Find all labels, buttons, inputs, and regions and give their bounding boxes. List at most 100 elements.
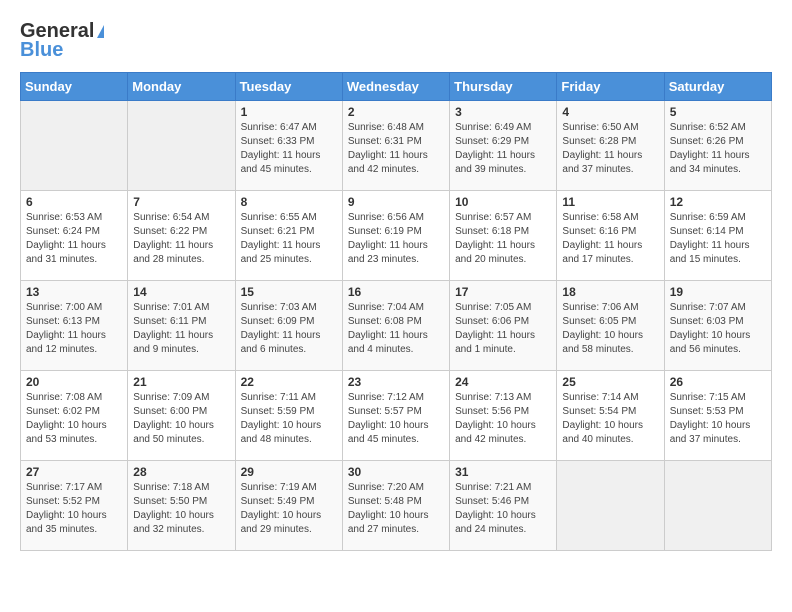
cell-content: Sunrise: 6:55 AMSunset: 6:21 PMDaylight:… [241, 211, 337, 267]
calendar-cell: 6Sunrise: 6:53 AMSunset: 6:24 PMDaylight… [21, 191, 128, 281]
cell-content: Sunrise: 6:48 AMSunset: 6:31 PMDaylight:… [348, 121, 444, 177]
logo-triangle-icon [97, 25, 104, 38]
cell-content: Sunrise: 6:57 AMSunset: 6:18 PMDaylight:… [455, 211, 551, 267]
day-number: 14 [133, 285, 229, 299]
calendar-cell: 14 Sunrise: 7:01 AMSunset: 6:11 PMDayligh… [128, 281, 235, 371]
day-number: 28 [133, 465, 229, 479]
day-number: 29 [241, 465, 337, 479]
cell-content: Sunrise: 7:01 AMSunset: 6:11 PMDaylight:… [133, 301, 229, 357]
day-number: 7 [133, 195, 229, 209]
cell-content: Sunrise: 7:19 AMSunset: 5:49 PMDaylight:… [241, 481, 337, 537]
calendar-cell [21, 101, 128, 191]
day-number: 25 [562, 375, 658, 389]
calendar-cell: 27 Sunrise: 7:17 AMSunset: 5:52 PMDayligh… [21, 461, 128, 551]
day-number: 18 [562, 285, 658, 299]
calendar-cell: 23 Sunrise: 7:12 AMSunset: 5:57 PMDayligh… [342, 371, 449, 461]
day-number: 11 [562, 195, 658, 209]
calendar-week-4: 20Sunrise: 7:08 AMSunset: 6:02 PMDayligh… [21, 371, 772, 461]
calendar-header-row: SundayMondayTuesdayWednesdayThursdayFrid… [21, 73, 772, 101]
logo-line2: Blue [20, 39, 63, 62]
calendar-cell: 16 Sunrise: 7:04 AMSunset: 6:08 PMDayligh… [342, 281, 449, 371]
day-number: 21 [133, 375, 229, 389]
day-number: 17 [455, 285, 551, 299]
calendar-cell: 31Sunrise: 7:21 AMSunset: 5:46 PMDayligh… [450, 461, 557, 551]
cell-content: Sunrise: 7:07 AMSunset: 6:03 PMDaylight:… [670, 301, 766, 357]
calendar-cell: 26 Sunrise: 7:15 AMSunset: 5:53 PMDayligh… [664, 371, 771, 461]
cell-content: Sunrise: 6:59 AMSunset: 6:14 PMDaylight:… [670, 211, 766, 267]
day-number: 23 [348, 375, 444, 389]
cell-content: Sunrise: 6:52 AMSunset: 6:26 PMDaylight:… [670, 121, 766, 177]
calendar-cell: 24 Sunrise: 7:13 AMSunset: 5:56 PMDayligh… [450, 371, 557, 461]
day-number: 16 [348, 285, 444, 299]
calendar-cell: 25 Sunrise: 7:14 AMSunset: 5:54 PMDayligh… [557, 371, 664, 461]
day-number: 24 [455, 375, 551, 389]
day-number: 10 [455, 195, 551, 209]
day-header-monday: Monday [128, 73, 235, 101]
day-number: 22 [241, 375, 337, 389]
day-number: 8 [241, 195, 337, 209]
cell-content: Sunrise: 7:21 AMSunset: 5:46 PMDaylight:… [455, 481, 551, 537]
cell-content: Sunrise: 7:08 AMSunset: 6:02 PMDaylight:… [26, 391, 122, 447]
calendar-cell: 20Sunrise: 7:08 AMSunset: 6:02 PMDayligh… [21, 371, 128, 461]
cell-content: Sunrise: 6:50 AMSunset: 6:28 PMDaylight:… [562, 121, 658, 177]
calendar-cell: 28 Sunrise: 7:18 AMSunset: 5:50 PMDayligh… [128, 461, 235, 551]
calendar-cell: 21 Sunrise: 7:09 AMSunset: 6:00 PMDayligh… [128, 371, 235, 461]
calendar-cell: 7 Sunrise: 6:54 AMSunset: 6:22 PMDaylight… [128, 191, 235, 281]
day-number: 19 [670, 285, 766, 299]
cell-content: Sunrise: 7:13 AMSunset: 5:56 PMDaylight:… [455, 391, 551, 447]
calendar-cell: 1 Sunrise: 6:47 AMSunset: 6:33 PMDaylight… [235, 101, 342, 191]
cell-content: Sunrise: 7:04 AMSunset: 6:08 PMDaylight:… [348, 301, 444, 357]
cell-content: Sunrise: 7:18 AMSunset: 5:50 PMDaylight:… [133, 481, 229, 537]
calendar-cell: 12 Sunrise: 6:59 AMSunset: 6:14 PMDayligh… [664, 191, 771, 281]
day-number: 2 [348, 105, 444, 119]
cell-content: Sunrise: 7:17 AMSunset: 5:52 PMDaylight:… [26, 481, 122, 537]
day-number: 26 [670, 375, 766, 389]
cell-content: Sunrise: 6:54 AMSunset: 6:22 PMDaylight:… [133, 211, 229, 267]
calendar-cell: 29 Sunrise: 7:19 AMSunset: 5:49 PMDayligh… [235, 461, 342, 551]
day-number: 9 [348, 195, 444, 209]
cell-content: Sunrise: 6:56 AMSunset: 6:19 PMDaylight:… [348, 211, 444, 267]
day-number: 13 [26, 285, 122, 299]
day-number: 6 [26, 195, 122, 209]
day-header-wednesday: Wednesday [342, 73, 449, 101]
calendar-cell: 18 Sunrise: 7:06 AMSunset: 6:05 PMDayligh… [557, 281, 664, 371]
cell-content: Sunrise: 7:06 AMSunset: 6:05 PMDaylight:… [562, 301, 658, 357]
cell-content: Sunrise: 6:47 AMSunset: 6:33 PMDaylight:… [241, 121, 337, 177]
calendar-cell: 9 Sunrise: 6:56 AMSunset: 6:19 PMDaylight… [342, 191, 449, 281]
day-header-sunday: Sunday [21, 73, 128, 101]
calendar-cell: 30 Sunrise: 7:20 AMSunset: 5:48 PMDayligh… [342, 461, 449, 551]
calendar-cell: 10 Sunrise: 6:57 AMSunset: 6:18 PMDayligh… [450, 191, 557, 281]
day-number: 1 [241, 105, 337, 119]
day-number: 27 [26, 465, 122, 479]
cell-content: Sunrise: 7:11 AMSunset: 5:59 PMDaylight:… [241, 391, 337, 447]
cell-content: Sunrise: 7:14 AMSunset: 5:54 PMDaylight:… [562, 391, 658, 447]
day-header-thursday: Thursday [450, 73, 557, 101]
calendar-cell: 19 Sunrise: 7:07 AMSunset: 6:03 PMDayligh… [664, 281, 771, 371]
calendar-cell: 22 Sunrise: 7:11 AMSunset: 5:59 PMDayligh… [235, 371, 342, 461]
cell-content: Sunrise: 7:05 AMSunset: 6:06 PMDaylight:… [455, 301, 551, 357]
calendar-cell: 3Sunrise: 6:49 AMSunset: 6:29 PMDaylight… [450, 101, 557, 191]
calendar-cell: 11 Sunrise: 6:58 AMSunset: 6:16 PMDayligh… [557, 191, 664, 281]
cell-content: Sunrise: 7:15 AMSunset: 5:53 PMDaylight:… [670, 391, 766, 447]
calendar-cell: 15Sunrise: 7:03 AMSunset: 6:09 PMDayligh… [235, 281, 342, 371]
cell-content: Sunrise: 7:09 AMSunset: 6:00 PMDaylight:… [133, 391, 229, 447]
logo: General Blue [20, 20, 104, 62]
calendar-cell: 13Sunrise: 7:00 AMSunset: 6:13 PMDayligh… [21, 281, 128, 371]
calendar-cell: 17 Sunrise: 7:05 AMSunset: 6:06 PMDayligh… [450, 281, 557, 371]
day-number: 4 [562, 105, 658, 119]
calendar-cell: 4 Sunrise: 6:50 AMSunset: 6:28 PMDaylight… [557, 101, 664, 191]
day-header-friday: Friday [557, 73, 664, 101]
day-number: 30 [348, 465, 444, 479]
day-number: 5 [670, 105, 766, 119]
calendar-table: SundayMondayTuesdayWednesdayThursdayFrid… [20, 72, 772, 551]
calendar-cell [664, 461, 771, 551]
calendar-cell [128, 101, 235, 191]
calendar-cell: 8 Sunrise: 6:55 AMSunset: 6:21 PMDaylight… [235, 191, 342, 281]
calendar-week-2: 6Sunrise: 6:53 AMSunset: 6:24 PMDaylight… [21, 191, 772, 281]
cell-content: Sunrise: 6:58 AMSunset: 6:16 PMDaylight:… [562, 211, 658, 267]
day-number: 12 [670, 195, 766, 209]
day-header-saturday: Saturday [664, 73, 771, 101]
cell-content: Sunrise: 6:49 AMSunset: 6:29 PMDaylight:… [455, 121, 551, 177]
cell-content: Sunrise: 7:20 AMSunset: 5:48 PMDaylight:… [348, 481, 444, 537]
cell-content: Sunrise: 7:12 AMSunset: 5:57 PMDaylight:… [348, 391, 444, 447]
